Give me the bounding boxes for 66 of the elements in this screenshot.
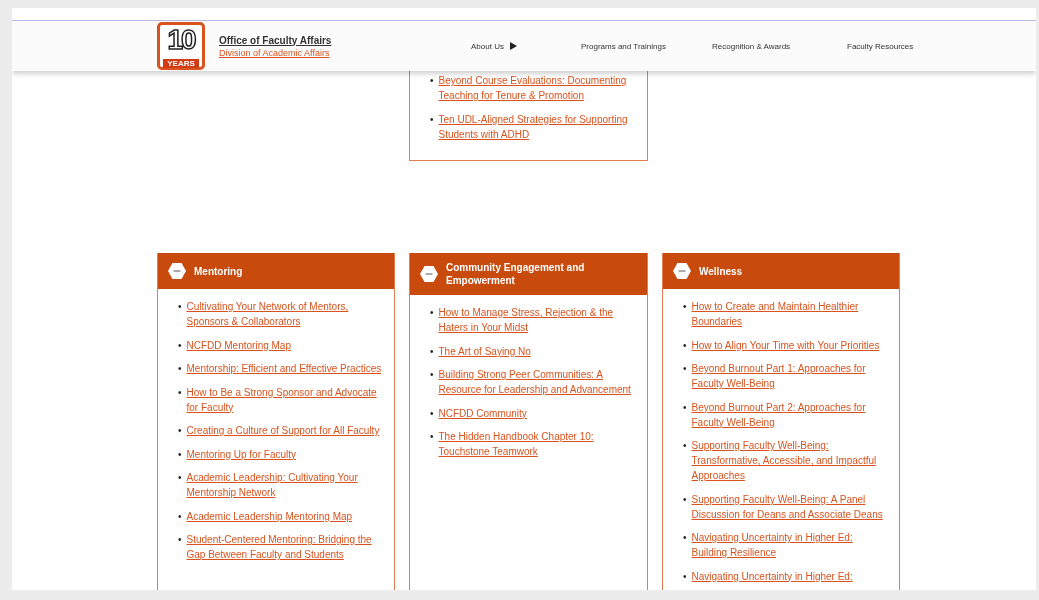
resource-link[interactable]: NCFDD Mentoring Map xyxy=(186,337,291,353)
resource-link[interactable]: Mentoring Up for Faculty xyxy=(186,446,296,462)
bullet: • xyxy=(430,430,434,444)
card-title: Wellness xyxy=(699,264,743,278)
nav-item[interactable]: Recognition & Awards xyxy=(712,41,847,51)
nav-item[interactable]: About Us xyxy=(471,41,581,51)
resource-link[interactable]: The Art of Saying No xyxy=(438,343,531,359)
bullet: • xyxy=(430,406,434,421)
resource-link[interactable]: Ten UDL-Aligned Strategies for Supporting Students with ADHD xyxy=(438,111,631,142)
resource-link[interactable]: Building Strong Peer Communities: A Resource for Leadership and Advancement xyxy=(438,367,639,397)
resource-link[interactable]: Supporting Faculty Well-Being: Transformative, Accessible, and Impactful Approaches xyxy=(691,438,891,483)
resource-link[interactable]: NCFDD Community xyxy=(438,405,527,421)
resource-link[interactable]: Student-Centered Mentoring: Bridging the Gap Between Faculty and Students xyxy=(186,532,386,562)
bullet: • xyxy=(430,112,434,127)
bullet: • xyxy=(178,385,182,400)
bullet: • xyxy=(683,300,687,314)
bullet: • xyxy=(178,362,182,376)
resource-link[interactable]: Navigating Uncertainty in Higher Ed: Building Resilience xyxy=(691,530,891,560)
collapse-icon[interactable] xyxy=(420,266,438,282)
resource-link[interactable]: How to Manage Stress, Rejection & the Haters in Your Midst xyxy=(438,305,639,335)
card-header[interactable]: Wellness xyxy=(663,253,899,289)
bullet: • xyxy=(430,74,434,88)
site-title[interactable]: Office of Faculty Affairs xyxy=(219,34,409,46)
bullet: • xyxy=(683,439,687,453)
logo-number: 10 xyxy=(167,25,195,55)
bullet: • xyxy=(178,533,182,547)
resource-link[interactable]: Supporting Faculty Well-Being: A Panel Discussion for Deans and Associate Deans xyxy=(691,491,891,522)
bullet: • xyxy=(683,569,687,584)
resource-link[interactable]: Beyond Burnout Part 1: Approaches for Faculty Well-Being xyxy=(691,361,891,391)
bullet: • xyxy=(683,492,687,507)
resource-link[interactable]: Academic Leadership Mentoring Map xyxy=(186,508,353,524)
card-title: Mentoring xyxy=(194,264,243,278)
bullet: • xyxy=(178,338,182,353)
bullet: • xyxy=(178,509,182,524)
bullet: • xyxy=(178,300,182,314)
collapse-icon[interactable] xyxy=(168,263,186,279)
site-subtitle[interactable]: Division of Academic Affairs xyxy=(219,47,409,58)
bullet: • xyxy=(430,368,434,382)
collapse-icon[interactable] xyxy=(673,263,691,279)
bullet: • xyxy=(683,400,687,415)
resource-link[interactable]: How to Be a Strong Sponsor and Advocate for Faculty xyxy=(186,384,386,415)
resource-link[interactable]: Beyond Burnout Part 2: Approaches for Faculty Well-Being xyxy=(691,399,891,430)
nav-item[interactable]: Programs and Trainings xyxy=(581,41,712,51)
resource-link[interactable]: Creating a Culture of Support for All Faculty xyxy=(186,423,380,438)
card-header[interactable]: Community Engagement and Empowerment xyxy=(410,253,647,295)
bullet: • xyxy=(683,531,687,545)
bullet: • xyxy=(178,447,182,462)
resource-link[interactable]: Mentorship: Efficient and Effective Practices xyxy=(186,361,382,376)
bullet: • xyxy=(178,471,182,485)
resource-link[interactable]: The Hidden Handbook Chapter 10: Touchstone Teamwork xyxy=(438,429,639,459)
resource-link[interactable]: How to Align Your Time with Your Priorities xyxy=(691,337,880,353)
anniversary-logo[interactable]: 10 YEARS xyxy=(157,22,205,70)
resource-link[interactable]: Navigating Uncertainty in Higher Ed: xyxy=(691,568,853,584)
bullet: • xyxy=(683,362,687,376)
bullet: • xyxy=(430,306,434,320)
bullet: • xyxy=(178,424,182,438)
card-header[interactable]: Mentoring xyxy=(158,253,394,289)
bullet: • xyxy=(683,338,687,353)
logo-badge: YEARS xyxy=(163,59,199,68)
resource-link[interactable]: How to Create and Maintain Healthier Boundaries xyxy=(691,299,891,329)
resource-link[interactable]: Academic Leadership: Cultivating Your Mentorship Network xyxy=(186,470,386,500)
resource-link[interactable]: Beyond Course Evaluations: Documenting Teaching for Tenure & Promotion xyxy=(438,73,631,103)
nav-item[interactable]: Faculty Resources xyxy=(847,41,914,51)
resource-link[interactable]: Cultivating Your Network of Mentors, Sponsors & Collaborators xyxy=(186,299,386,329)
bullet: • xyxy=(430,344,434,359)
card-title: Community Engagement and Empowerment xyxy=(446,261,586,287)
